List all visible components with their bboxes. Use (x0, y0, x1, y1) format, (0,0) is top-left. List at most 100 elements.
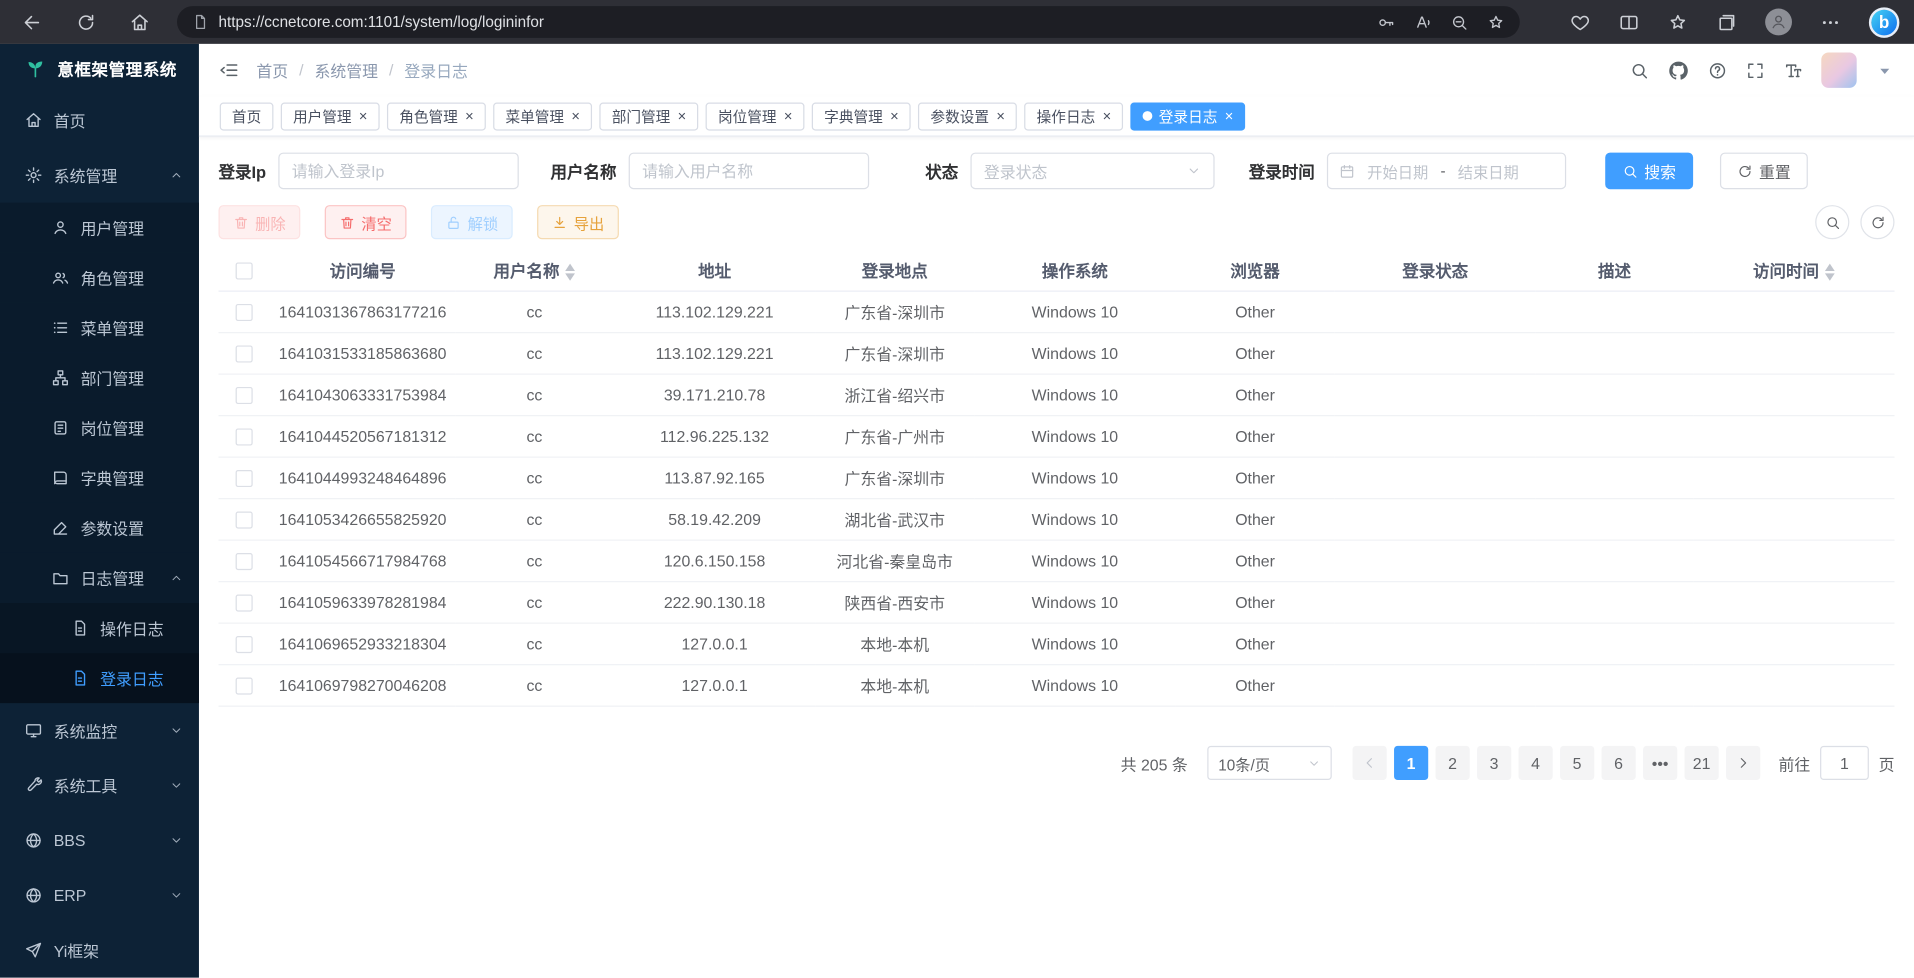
prev-page-button[interactable] (1352, 746, 1386, 780)
browser-essentials-icon[interactable] (1570, 12, 1591, 33)
tab-close-icon[interactable]: × (996, 109, 1005, 124)
sidebar-item-system-management[interactable]: 系统管理 (0, 148, 199, 203)
breadcrumb-item[interactable]: 系统管理 (315, 59, 378, 82)
tab-close-icon[interactable]: × (465, 109, 474, 124)
sidebar-item-home[interactable]: 首页 (0, 93, 199, 148)
tab-login-log[interactable]: 登录日志× (1131, 102, 1246, 130)
fullscreen-icon[interactable] (1746, 60, 1766, 80)
browser-profile-avatar[interactable] (1765, 9, 1792, 36)
clear-button[interactable]: 清空 (325, 205, 407, 239)
page-button-5[interactable]: 5 (1560, 746, 1594, 780)
tab-close-icon[interactable]: × (1225, 109, 1234, 124)
page-button-21[interactable]: 21 (1685, 746, 1719, 780)
sidebar-item-user-management[interactable]: 用户管理 (0, 203, 199, 253)
tab-user-management[interactable]: 用户管理× (281, 102, 380, 130)
sort-carets-icon[interactable] (1825, 264, 1835, 281)
sidebar-item-bbs[interactable]: BBS (0, 813, 199, 868)
tab-operation-log[interactable]: 操作日志× (1024, 102, 1123, 130)
font-size-icon[interactable] (1783, 60, 1803, 80)
sidebar-item-menu-management[interactable]: 菜单管理 (0, 303, 199, 353)
page-button-4[interactable]: 4 (1519, 746, 1553, 780)
username-input[interactable] (629, 153, 869, 190)
browser-more-icon[interactable] (1820, 12, 1841, 33)
url-text[interactable]: https://ccnetcore.com:1101/system/log/lo… (219, 13, 1368, 30)
question-icon[interactable] (1708, 60, 1728, 80)
tab-close-icon[interactable]: × (571, 109, 580, 124)
sidebar-item-log-management[interactable]: 日志管理 (0, 553, 199, 603)
tab-close-icon[interactable]: × (1103, 109, 1112, 124)
address-bar[interactable]: https://ccnetcore.com:1101/system/log/lo… (177, 6, 1520, 38)
search-button[interactable]: 搜索 (1605, 153, 1693, 190)
row-checkbox[interactable] (236, 387, 253, 404)
search-toggle-button[interactable] (1815, 205, 1849, 239)
row-checkbox[interactable] (236, 553, 253, 570)
caret-down-icon[interactable] (1875, 60, 1895, 80)
row-checkbox[interactable] (236, 346, 253, 363)
unlock-button[interactable]: 解锁 (431, 205, 513, 239)
sidebar-item-erp[interactable]: ERP (0, 868, 199, 923)
sidebar-item-yi-framework[interactable]: Yi框架 (0, 923, 199, 978)
sidebar-item-post-management[interactable]: 岗位管理 (0, 403, 199, 453)
page-button-3[interactable]: 3 (1477, 746, 1511, 780)
favorites-icon[interactable] (1667, 12, 1688, 33)
user-avatar[interactable] (1821, 52, 1856, 87)
app-logo[interactable]: 意框架管理系统 (0, 44, 199, 93)
page-button-2[interactable]: 2 (1436, 746, 1470, 780)
breadcrumb-item[interactable]: 首页 (256, 59, 288, 82)
tab-dept-management[interactable]: 部门管理× (599, 102, 698, 130)
column-header[interactable]: 用户名称 (455, 249, 614, 291)
export-button[interactable]: 导出 (537, 205, 619, 239)
tab-post-management[interactable]: 岗位管理× (706, 102, 805, 130)
browser-home-button[interactable] (129, 12, 150, 33)
sidebar-item-dept-management[interactable]: 部门管理 (0, 353, 199, 403)
next-page-button[interactable] (1726, 746, 1760, 780)
select-all-checkbox[interactable] (236, 262, 253, 279)
split-screen-icon[interactable] (1619, 12, 1640, 33)
breadcrumb-item[interactable]: 登录日志 (404, 59, 467, 82)
login-time-range-picker[interactable]: 开始日期 - 结束日期 (1327, 153, 1566, 190)
row-checkbox[interactable] (236, 512, 253, 529)
browser-back-button[interactable] (22, 12, 43, 33)
sidebar-item-dict-management[interactable]: 字典管理 (0, 453, 199, 503)
status-select[interactable]: 登录状态 (970, 153, 1214, 190)
row-checkbox[interactable] (236, 678, 253, 695)
zoom-out-icon[interactable] (1450, 13, 1468, 31)
sidebar-item-system-monitor[interactable]: 系统监控 (0, 703, 199, 758)
sidebar-item-system-tools[interactable]: 系统工具 (0, 758, 199, 813)
read-aloud-icon[interactable] (1414, 13, 1432, 31)
delete-button[interactable]: 删除 (219, 205, 301, 239)
table-refresh-button[interactable] (1860, 205, 1894, 239)
row-checkbox[interactable] (236, 470, 253, 487)
sidebar-item-param-settings[interactable]: 参数设置 (0, 503, 199, 553)
column-header[interactable]: 访问时间 (1693, 249, 1894, 291)
header-search-icon[interactable] (1630, 60, 1650, 80)
goto-page-input[interactable] (1820, 746, 1869, 780)
sidebar-item-operation-log[interactable]: 操作日志 (0, 603, 199, 653)
row-checkbox[interactable] (236, 636, 253, 653)
collections-icon[interactable] (1716, 12, 1737, 33)
page-button-6[interactable]: 6 (1602, 746, 1636, 780)
favorite-add-icon[interactable] (1487, 13, 1505, 31)
browser-refresh-button[interactable] (76, 12, 97, 33)
tab-role-management[interactable]: 角色管理× (387, 102, 486, 130)
row-checkbox[interactable] (236, 304, 253, 321)
reset-button[interactable]: 重置 (1720, 153, 1808, 190)
tab-close-icon[interactable]: × (678, 109, 687, 124)
tab-menu-management[interactable]: 菜单管理× (493, 102, 592, 130)
row-checkbox[interactable] (236, 595, 253, 612)
sidebar-item-login-log[interactable]: 登录日志 (0, 653, 199, 703)
sidebar-item-role-management[interactable]: 角色管理 (0, 253, 199, 303)
tab-close-icon[interactable]: × (784, 109, 793, 124)
tab-close-icon[interactable]: × (359, 109, 368, 124)
page-button-1[interactable]: 1 (1394, 746, 1428, 780)
tab-dict-management[interactable]: 字典管理× (812, 102, 911, 130)
more-pages-button[interactable]: ••• (1643, 746, 1677, 780)
tab-param-settings[interactable]: 参数设置× (918, 102, 1017, 130)
sidebar-fold-button[interactable] (219, 60, 240, 81)
page-size-select[interactable]: 10条/页 (1207, 746, 1332, 780)
tab-home[interactable]: 首页 (220, 102, 274, 130)
tab-close-icon[interactable]: × (890, 109, 899, 124)
login-ip-input[interactable] (278, 153, 518, 190)
github-icon[interactable] (1667, 59, 1689, 81)
bing-icon[interactable]: b (1869, 7, 1900, 38)
